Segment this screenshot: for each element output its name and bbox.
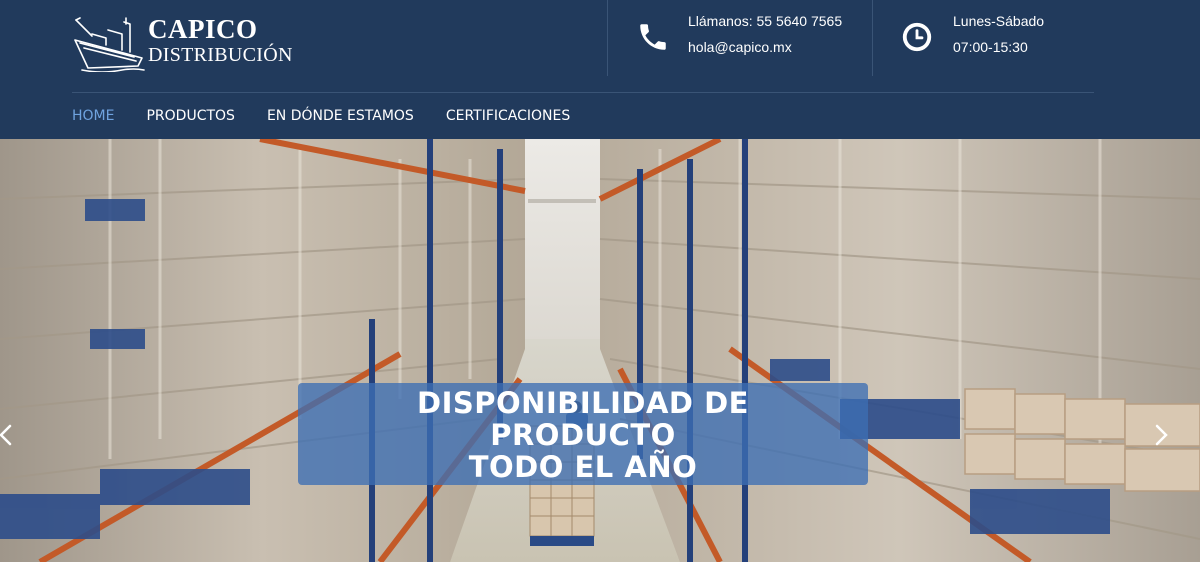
nav-en-donde-estamos[interactable]: EN DÓNDE ESTAMOS xyxy=(267,105,414,127)
ship-logo-icon xyxy=(74,17,145,72)
chevron-left-icon[interactable] xyxy=(0,423,16,447)
header-divider xyxy=(872,0,873,76)
clock-icon xyxy=(902,22,932,52)
brand-name: CAPICO xyxy=(148,14,258,44)
header-separator xyxy=(72,92,1094,93)
warehouse-image xyxy=(0,139,1200,562)
nav-home[interactable]: HOME xyxy=(72,105,114,127)
nav-certificaciones[interactable]: CERTIFICACIONES xyxy=(446,105,570,127)
nav-productos[interactable]: PRODUCTOS xyxy=(146,105,234,127)
business-days: Lunes-Sábado xyxy=(953,13,1045,29)
hero-title-line-3: TODO EL AÑO xyxy=(468,450,698,484)
site-header: CAPICO DISTRIBUCIÓN Llámanos: 55 5640 75… xyxy=(0,0,1200,139)
chevron-right-icon[interactable] xyxy=(1151,423,1171,447)
hero-title-line-2: PRODUCTO xyxy=(490,418,676,452)
brand-logo[interactable]: CAPICO DISTRIBUCIÓN xyxy=(72,12,312,74)
header-divider xyxy=(607,0,608,76)
phone-number[interactable]: Llámanos: 55 5640 7565 xyxy=(688,13,842,29)
main-nav: HOME PRODUCTOS EN DÓNDE ESTAMOS CERTIFIC… xyxy=(72,105,602,127)
brand-subtitle: DISTRIBUCIÓN xyxy=(148,44,293,66)
phone-icon xyxy=(640,24,666,50)
email-link[interactable]: hola@capico.mx xyxy=(688,39,792,55)
hero-title-line-1: DISPONIBILIDAD DE xyxy=(417,386,749,420)
hero-slider: DISPONIBILIDAD DE PRODUCTO TODO EL AÑO xyxy=(0,139,1200,562)
business-hours: 07:00-15:30 xyxy=(953,39,1028,55)
